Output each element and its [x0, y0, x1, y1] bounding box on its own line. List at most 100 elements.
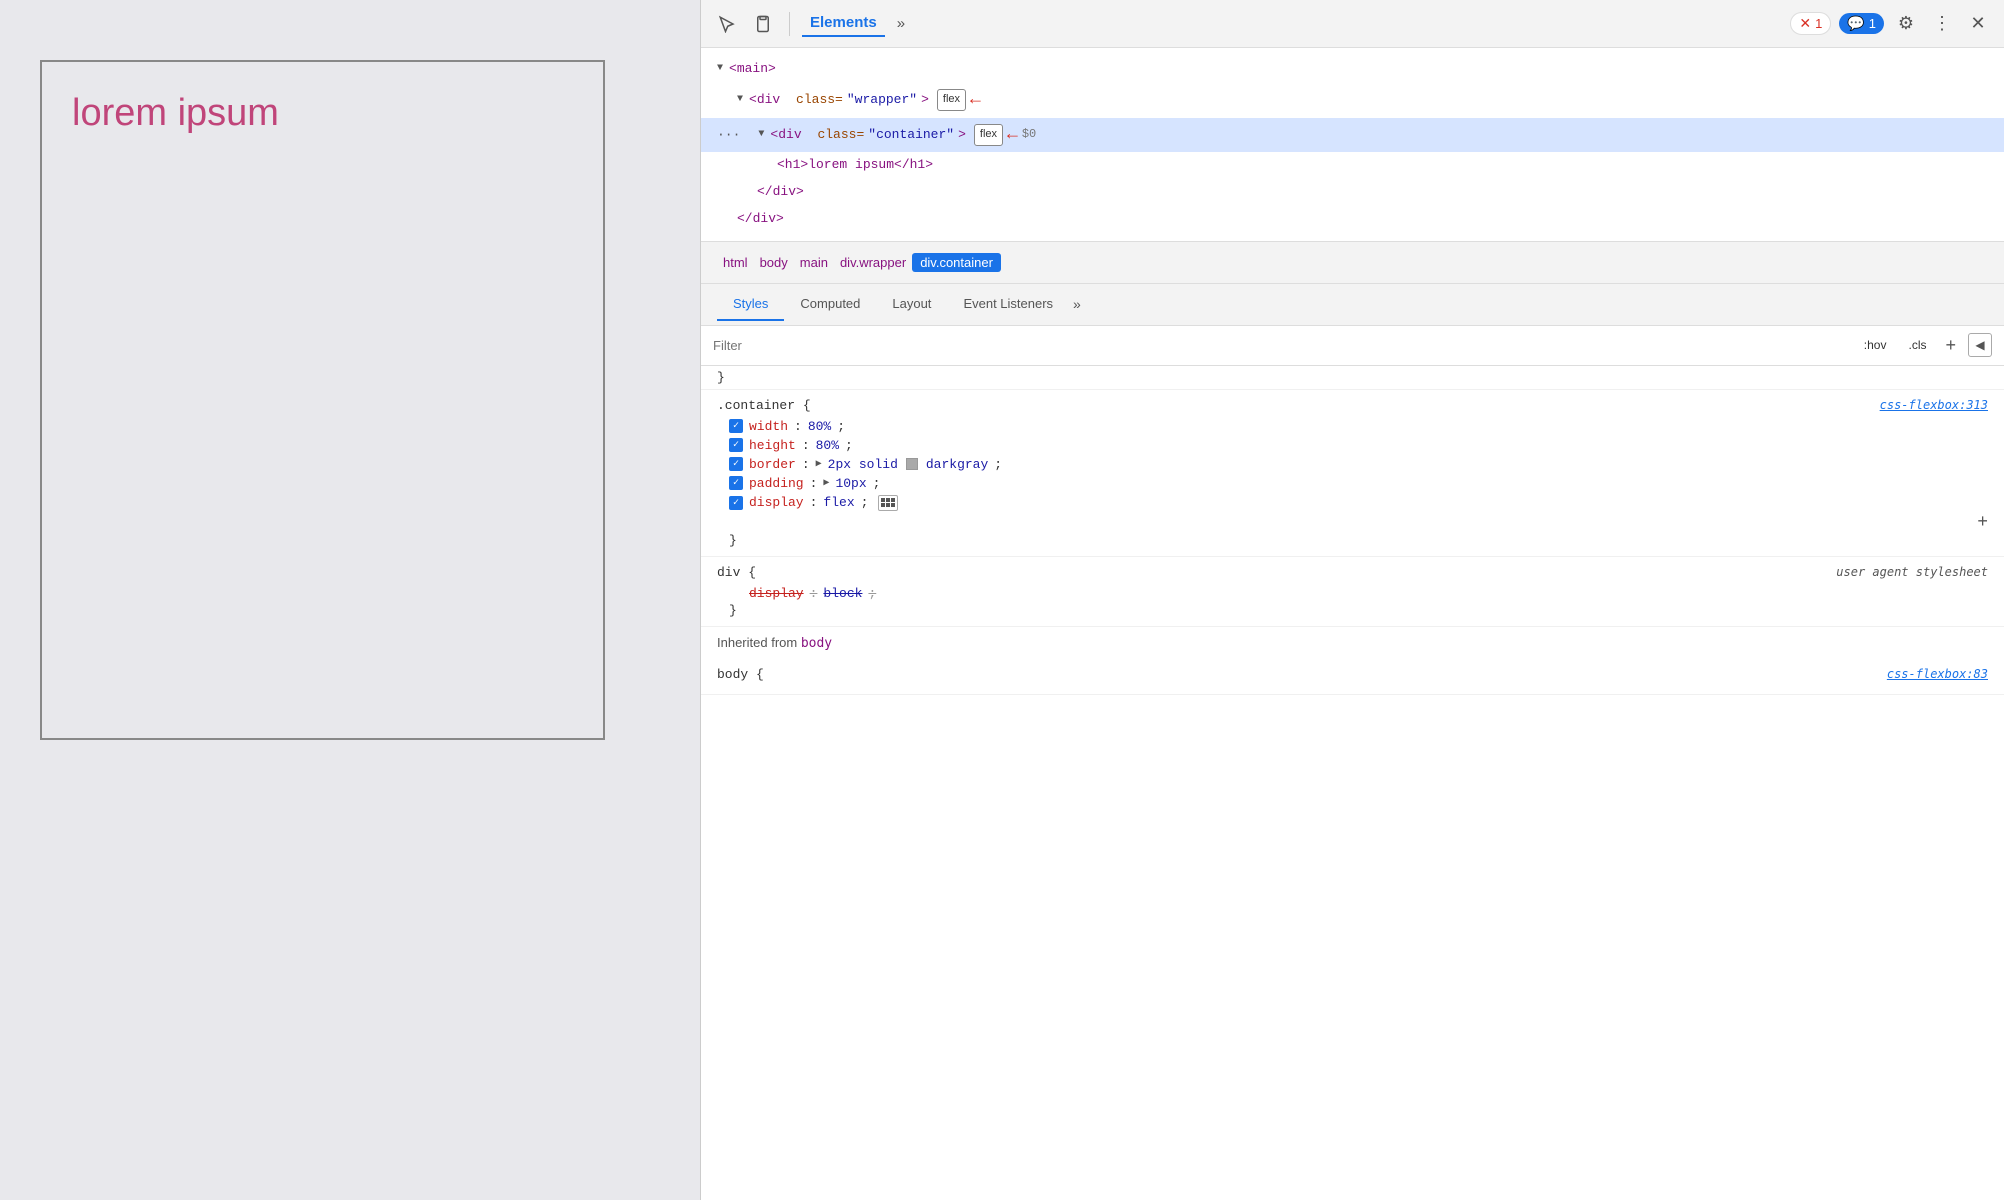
css-prop-display-ua: display : block ;	[717, 584, 1988, 603]
width-prop-name[interactable]: width	[749, 419, 788, 434]
inherited-from-element[interactable]: body	[801, 636, 832, 651]
add-rule-btn[interactable]: +	[1941, 335, 1960, 356]
toolbar-divider	[789, 12, 790, 36]
body-source[interactable]: css-flexbox:83	[1887, 667, 1988, 681]
div-ua-selector[interactable]: div {	[717, 565, 756, 580]
inherited-header: Inherited from body	[701, 627, 2004, 659]
error-icon: ✕	[1799, 15, 1811, 32]
tab-elements[interactable]: Elements	[802, 10, 885, 37]
add-property-btn-row: +	[717, 513, 1988, 533]
close-div-tag: </div>	[757, 182, 804, 203]
info-count: 1	[1869, 16, 1876, 31]
hov-btn[interactable]: :hov	[1857, 335, 1894, 355]
tab-event-listeners[interactable]: Event Listeners	[947, 288, 1069, 321]
padding-prop-name[interactable]: padding	[749, 476, 804, 491]
lorem-ipsum-text: lorem ipsum	[52, 72, 299, 728]
dom-attr-container: "container"	[868, 125, 954, 146]
breadcrumb-body[interactable]: body	[754, 253, 794, 272]
dom-tag-wrapper-open: <div	[749, 90, 780, 111]
css-prop-width: width : 80% ;	[717, 417, 1988, 436]
dom-dots: ···	[717, 125, 740, 146]
container-flex-badge[interactable]: flex	[974, 124, 1003, 146]
dom-line-h1[interactable]: <h1>lorem ipsum</h1>	[701, 152, 2004, 179]
container-source[interactable]: css-flexbox:313	[1880, 398, 1988, 412]
breadcrumb-html[interactable]: html	[717, 253, 754, 272]
tab-layout[interactable]: Layout	[876, 288, 947, 321]
container-close-brace: }	[717, 533, 1988, 548]
container-rule-header: .container { css-flexbox:313	[717, 398, 1988, 413]
wrapper-flex-badge[interactable]: flex	[937, 89, 966, 111]
height-checkbox[interactable]	[729, 438, 743, 452]
info-badge[interactable]: 💬 1	[1839, 13, 1884, 34]
styles-tabs: Styles Computed Layout Event Listeners »	[701, 284, 2004, 326]
partial-top-rule: }	[701, 366, 2004, 390]
filter-bar: :hov .cls + ◀	[701, 326, 2004, 366]
border-prop-value[interactable]: 2px solid	[828, 457, 898, 472]
padding-checkbox[interactable]	[729, 476, 743, 490]
filter-input[interactable]	[713, 338, 1849, 353]
border-triangle[interactable]: ▶	[816, 458, 822, 470]
body-rule-block: body { css-flexbox:83	[701, 659, 2004, 695]
dom-line-close-wrapper[interactable]: </div>	[701, 206, 2004, 233]
dom-tag-main: <main>	[729, 59, 776, 80]
height-prop-value[interactable]: 80%	[816, 438, 839, 453]
display-ua-prop-value: block	[823, 586, 862, 601]
dom-attr-class2: class=	[817, 125, 864, 146]
webpage-preview: lorem ipsum	[0, 0, 700, 1200]
css-prop-border: border : ▶ 2px solid darkgray ;	[717, 455, 1988, 474]
container-arrow: ←	[1007, 121, 1018, 150]
div-ua-close-brace: }	[717, 603, 1988, 618]
cls-btn[interactable]: .cls	[1901, 335, 1933, 355]
more-options-icon[interactable]: ⋮	[1928, 10, 1956, 38]
dom-tree: ▼ <main> ▼ <div class="wrapper" > flex ←…	[701, 48, 2004, 242]
breadcrumb-main[interactable]: main	[794, 253, 834, 272]
device-icon[interactable]	[749, 10, 777, 38]
container-box: lorem ipsum	[40, 60, 605, 740]
flex-layout-icon[interactable]	[878, 495, 898, 511]
border-color-value[interactable]: darkgray	[926, 457, 988, 472]
darkgray-swatch[interactable]	[906, 458, 918, 470]
body-selector[interactable]: body {	[717, 667, 764, 682]
dollar-zero: $0	[1022, 125, 1036, 144]
toggle-light-btn[interactable]: ◀	[1968, 333, 1992, 357]
css-prop-padding: padding : ▶ 10px ;	[717, 474, 1988, 493]
dom-line-container[interactable]: ··· ▼ <div class="container" > flex ← $0	[701, 118, 2004, 153]
tab-more[interactable]: »	[893, 11, 909, 36]
padding-triangle[interactable]: ▶	[823, 477, 829, 489]
tab-computed[interactable]: Computed	[784, 288, 876, 321]
add-property-btn[interactable]: +	[1977, 513, 1988, 533]
dom-attr-wrapper: "wrapper"	[847, 90, 917, 111]
dom-line-wrapper[interactable]: ▼ <div class="wrapper" > flex ←	[701, 83, 2004, 118]
width-checkbox[interactable]	[729, 419, 743, 433]
display-prop-name[interactable]: display	[749, 495, 804, 510]
display-prop-value[interactable]: flex	[823, 495, 854, 510]
dom-tag-container-open: <div	[770, 125, 801, 146]
css-prop-display: display : flex ;	[717, 493, 1988, 513]
wrapper-triangle: ▼	[737, 92, 743, 108]
breadcrumb-bar: html body main div.wrapper div.container	[701, 242, 2004, 284]
dom-line-main[interactable]: ▼ <main>	[701, 56, 2004, 83]
breadcrumb-container[interactable]: div.container	[912, 253, 1001, 272]
tab-more-btn[interactable]: »	[1069, 288, 1085, 320]
css-prop-height: height : 80% ;	[717, 436, 1988, 455]
error-badge[interactable]: ✕ 1	[1790, 12, 1831, 35]
container-rule-block: .container { css-flexbox:313 width : 80%…	[701, 390, 2004, 557]
body-rule-header: body { css-flexbox:83	[717, 667, 1988, 682]
height-prop-name[interactable]: height	[749, 438, 796, 453]
display-ua-prop-name: display	[749, 586, 804, 601]
border-prop-name[interactable]: border	[749, 457, 796, 472]
dom-attr-class: class=	[796, 90, 843, 111]
container-selector[interactable]: .container {	[717, 398, 811, 413]
settings-icon[interactable]: ⚙	[1892, 10, 1920, 38]
dom-line-close-container[interactable]: </div>	[701, 179, 2004, 206]
inherited-from-label: Inherited from	[717, 635, 801, 650]
tab-styles[interactable]: Styles	[717, 288, 784, 321]
width-prop-value[interactable]: 80%	[808, 419, 831, 434]
css-rules-panel: } .container { css-flexbox:313 width : 8…	[701, 366, 2004, 1200]
padding-prop-value[interactable]: 10px	[835, 476, 866, 491]
inspect-icon[interactable]	[713, 10, 741, 38]
close-devtools-icon[interactable]: ✕	[1964, 10, 1992, 38]
display-checkbox[interactable]	[729, 496, 743, 510]
border-checkbox[interactable]	[729, 457, 743, 471]
breadcrumb-wrapper[interactable]: div.wrapper	[834, 253, 912, 272]
